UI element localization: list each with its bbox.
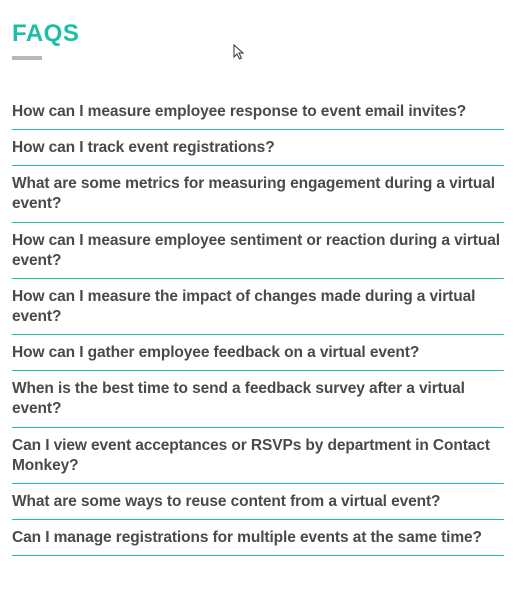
faq-item[interactable]: How can I measure employee response to e… <box>12 102 504 130</box>
faqs-heading: FAQS <box>12 20 504 48</box>
faq-list: How can I measure employee response to e… <box>12 102 504 556</box>
faq-item[interactable]: How can I measure employee sentiment or … <box>12 223 504 279</box>
faq-item[interactable]: When is the best time to send a feedback… <box>12 371 504 427</box>
heading-underline <box>12 56 42 60</box>
faq-item[interactable]: Can I manage registrations for multiple … <box>12 520 504 556</box>
faq-item[interactable]: What are some metrics for measuring enga… <box>12 166 504 222</box>
faq-item[interactable]: How can I track event registrations? <box>12 130 504 166</box>
faq-item[interactable]: What are some ways to reuse content from… <box>12 484 504 520</box>
faq-item[interactable]: Can I view event acceptances or RSVPs by… <box>12 428 504 484</box>
faq-item[interactable]: How can I gather employee feedback on a … <box>12 335 504 371</box>
faq-item[interactable]: How can I measure the impact of changes … <box>12 279 504 335</box>
